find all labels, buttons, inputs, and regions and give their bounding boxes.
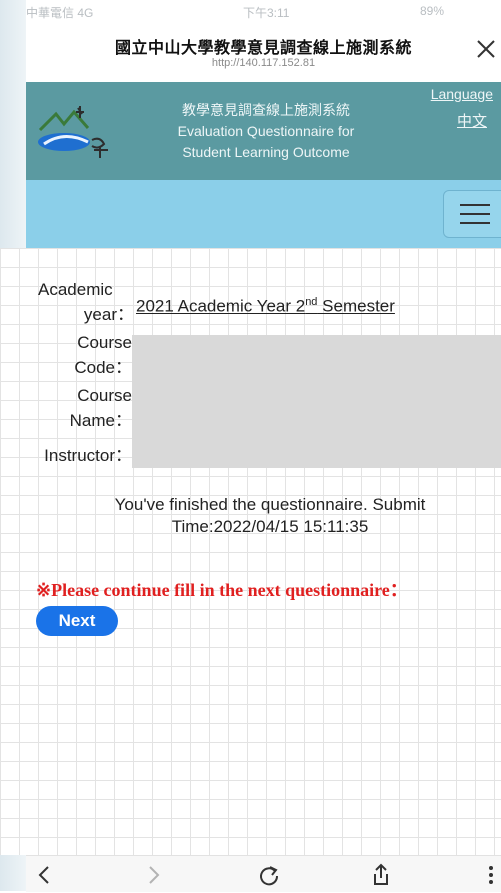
- finished-message: You've finished the questionnaire. Submi…: [114, 495, 426, 536]
- language-link[interactable]: Language: [431, 86, 493, 102]
- browser-header: 國立中山大學教學意見調查線上施測系統 http://140.117.152.81: [26, 24, 501, 82]
- academic-year-value: 2021 Academic Year 2nd Semester: [136, 296, 395, 316]
- academic-year-label: Academic year：: [38, 280, 134, 324]
- course-code-label: Course Code：: [74, 333, 132, 377]
- more-button[interactable]: [478, 862, 501, 888]
- battery-text: 89%: [420, 4, 445, 18]
- reload-button[interactable]: [256, 862, 282, 888]
- close-button[interactable]: [473, 36, 499, 62]
- browser-toolbar: [26, 855, 501, 892]
- back-button[interactable]: [32, 862, 58, 888]
- chevron-right-icon: [149, 866, 160, 884]
- main-content: Academic year： 2021 Academic Year 2nd Se…: [0, 248, 501, 855]
- site-logo: [34, 100, 118, 162]
- status-time: 下午3:11: [243, 6, 290, 20]
- mountain-logo-icon: [38, 106, 108, 158]
- page-title: 國立中山大學教學意見調查線上施測系統: [114, 40, 412, 57]
- next-button[interactable]: Next: [36, 606, 118, 636]
- redacted-course-details: [132, 335, 501, 468]
- share-icon: [374, 863, 388, 885]
- page-url: http://140.117.152.81: [211, 57, 316, 69]
- banner-title-en-2: Student Learning Outcome: [182, 144, 350, 160]
- continue-notice: ※Please continue fill in the next questi…: [36, 580, 408, 600]
- banner-title: 教學意見調查線上施測系統 Evaluation Questionnaire fo…: [131, 100, 401, 163]
- banner-title-en-1: Evaluation Questionnaire for: [177, 123, 355, 139]
- carrier-text: 中華電信 4G: [26, 6, 94, 20]
- instructor-label: Instructor：: [44, 446, 132, 465]
- banner-title-zh: 教學意見調查線上施測系統: [182, 102, 350, 118]
- close-icon: [477, 40, 495, 58]
- more-vertical-icon: [489, 866, 493, 884]
- language-option-zh[interactable]: 中文: [457, 110, 487, 131]
- reload-icon: [260, 866, 279, 886]
- site-banner: 教學意見調查線上施測系統 Evaluation Questionnaire fo…: [26, 82, 501, 180]
- menu-button[interactable]: [443, 190, 501, 238]
- status-bar: 中華電信 4G 下午3:11 89%: [0, 0, 501, 24]
- chevron-left-icon: [38, 866, 49, 884]
- nav-bar: [26, 180, 501, 248]
- course-name-label: Course Name：: [69, 386, 132, 430]
- share-button[interactable]: [368, 862, 394, 888]
- forward-button[interactable]: [140, 862, 166, 888]
